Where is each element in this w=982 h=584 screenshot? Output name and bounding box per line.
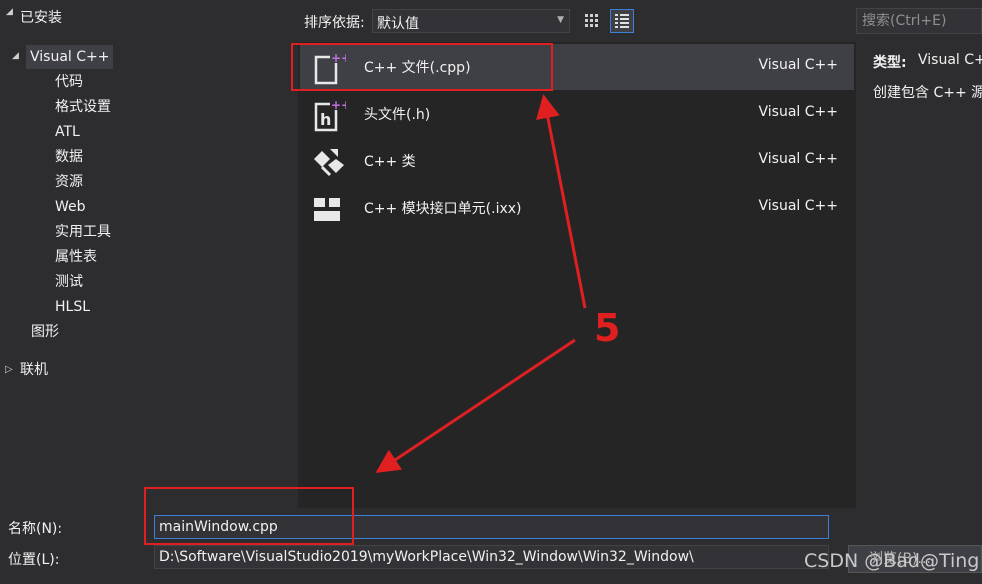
watermark: CSDN @Bad@Ting: [804, 550, 980, 572]
annotation-arrows: [375, 94, 587, 473]
arrow-to-cpp-template: [536, 94, 587, 309]
arrow-to-name-field: [375, 338, 576, 473]
annotation-step-number: 5: [594, 306, 621, 350]
